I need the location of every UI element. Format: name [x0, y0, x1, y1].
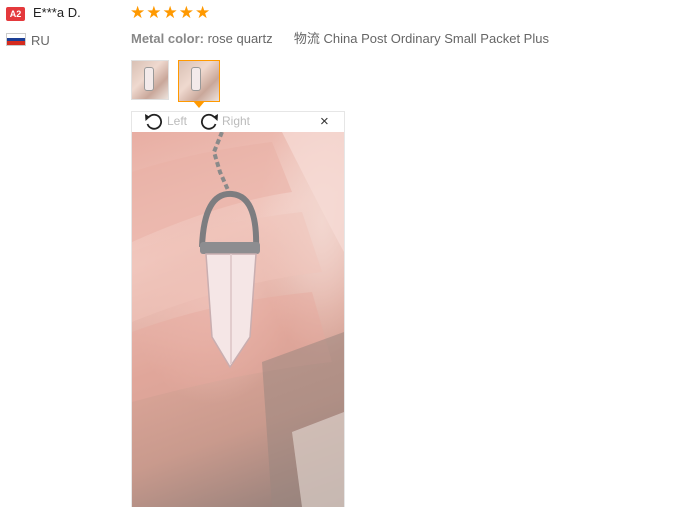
- russia-flag-icon: [6, 33, 26, 46]
- close-icon[interactable]: ×: [320, 114, 329, 129]
- rotate-left-icon: [145, 113, 163, 130]
- review-photo: [132, 132, 344, 507]
- rotate-right-button[interactable]: Right: [198, 112, 250, 130]
- star-icon: ★: [146, 3, 162, 22]
- viewer-toolbar: Left Right ×: [132, 112, 344, 132]
- star-icon: ★: [178, 3, 194, 22]
- shipping-value: China Post Ordinary Small Packet Plus: [323, 31, 549, 46]
- rotate-left-button[interactable]: Left: [143, 112, 187, 130]
- rotate-left-label: Left: [167, 114, 188, 128]
- user-name: E***a D.: [33, 5, 81, 20]
- star-icon: ★: [130, 3, 146, 22]
- star-icon: ★: [162, 3, 178, 22]
- selected-thumbnail-caret: [193, 101, 205, 108]
- rotate-right-label: Right: [222, 114, 251, 128]
- shipping-label: 物流: [293, 31, 320, 46]
- country-code: RU: [31, 33, 50, 48]
- avatar-badge: A2: [6, 7, 25, 21]
- review-thumbnail-1[interactable]: [131, 60, 169, 100]
- metal-color-label: Metal color:: [131, 31, 204, 46]
- star-rating: ★ ★ ★ ★ ★: [130, 3, 210, 23]
- metal-color-value: rose quartz: [207, 31, 273, 46]
- review-thumbnail-2[interactable]: [178, 60, 220, 102]
- rotate-right-icon: [200, 113, 218, 130]
- image-viewer: Left Right ×: [131, 111, 345, 507]
- order-properties: Metal color: rose quartz 物流 China Post O…: [131, 28, 549, 47]
- star-icon: ★: [195, 3, 211, 22]
